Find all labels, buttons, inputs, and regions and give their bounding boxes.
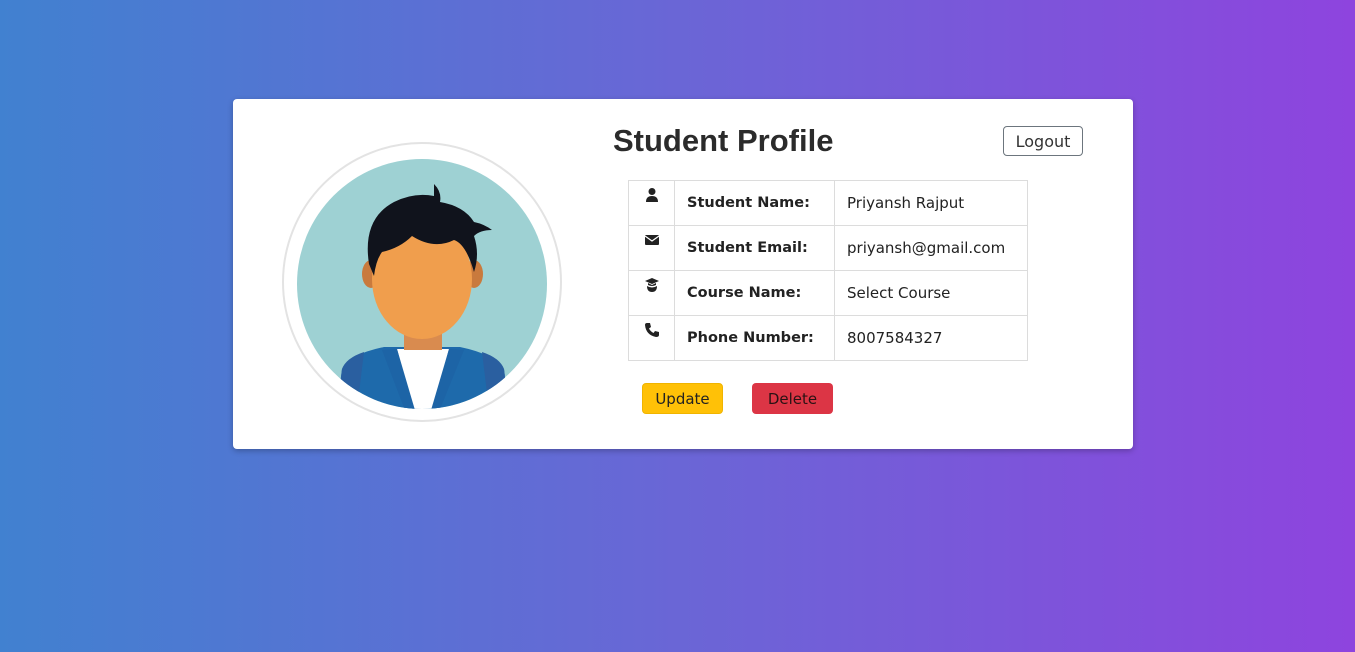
row-label: Student Email: (674, 225, 835, 271)
logout-button[interactable]: Logout (1003, 126, 1083, 156)
phone-icon (644, 322, 660, 338)
student-email-value: priyansh@gmail.com (834, 225, 1028, 271)
row-label: Course Name: (674, 270, 835, 316)
table-row: Phone Number: 8007584327 (628, 315, 1028, 361)
row-label: Student Name: (674, 180, 835, 226)
course-name-value: Select Course (834, 270, 1028, 316)
delete-button[interactable]: Delete (752, 383, 833, 414)
row-label: Phone Number: (674, 315, 835, 361)
student-name-value: Priyansh Rajput (834, 180, 1028, 226)
avatar (282, 142, 562, 422)
table-row: Student Email: priyansh@gmail.com (628, 225, 1028, 271)
student-avatar-illustration (297, 159, 547, 409)
user-icon (644, 187, 660, 203)
update-button[interactable]: Update (642, 383, 723, 414)
graduation-cap-icon (644, 277, 660, 293)
table-row: Student Name: Priyansh Rajput (628, 180, 1028, 226)
phone-number-value: 8007584327 (834, 315, 1028, 361)
profile-details-table: Student Name: Priyansh Rajput Student Em… (628, 180, 1028, 361)
profile-card: Student Profile Logout Student Name: Pri… (233, 99, 1133, 449)
envelope-icon (644, 232, 660, 248)
page-title: Student Profile (613, 123, 834, 158)
table-row: Course Name: Select Course (628, 270, 1028, 316)
